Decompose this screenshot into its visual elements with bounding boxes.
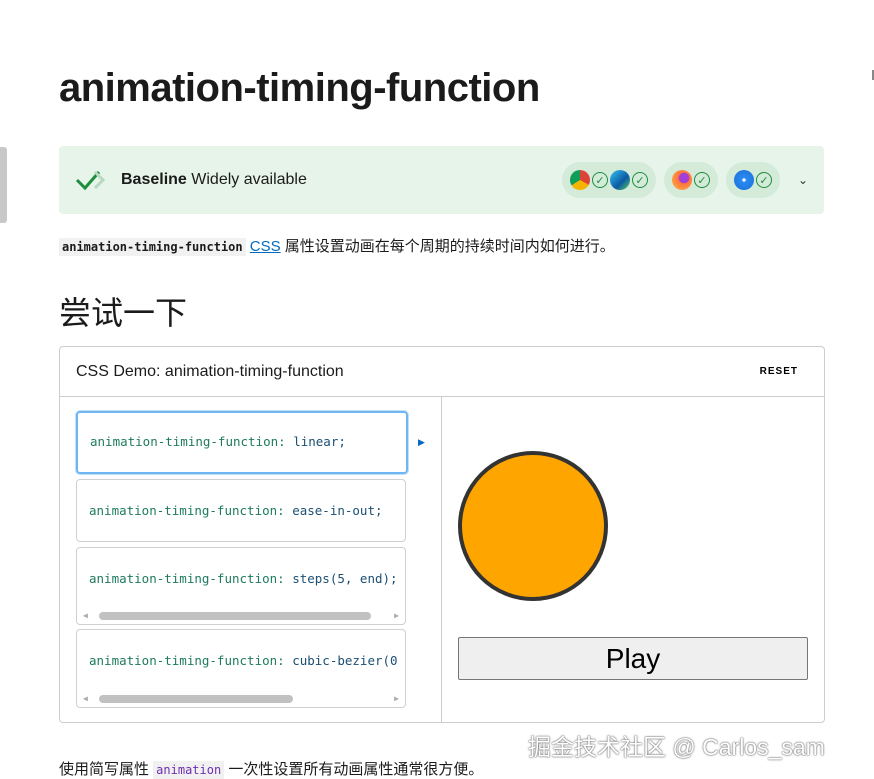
- option-prop: animation-timing-function:: [90, 434, 294, 449]
- footer-text: 使用简写属性 animation 一次性设置所有动画属性通常很方便。: [59, 758, 483, 779]
- option-linear[interactable]: animation-timing-function: linear;: [76, 411, 408, 474]
- animation-link[interactable]: animation: [153, 761, 225, 779]
- footer-pre: 使用简写属性: [59, 761, 154, 778]
- reset-button[interactable]: RESET: [750, 366, 808, 377]
- browser-group-safari[interactable]: ✓: [725, 162, 780, 198]
- check-icon: ✓: [755, 172, 772, 188]
- demo-title: CSS Demo: animation-timing-function: [76, 362, 344, 380]
- options-panel: animation-timing-function: linear; ▶ ani…: [60, 397, 442, 722]
- option-steps[interactable]: animation-timing-function: steps(5, end)…: [76, 547, 406, 625]
- edge-icon: [609, 170, 630, 190]
- inline-code: animation-timing-function: [59, 238, 246, 256]
- animated-circle: [458, 451, 608, 601]
- option-prop: animation-timing-function:: [89, 571, 293, 586]
- option-value: steps(5, end);: [292, 571, 398, 586]
- css-demo: CSS Demo: animation-timing-function RESE…: [59, 346, 825, 723]
- play-indicator-icon: ▶: [418, 437, 425, 447]
- intro-text: animation-timing-function CSS 属性设置动画在每个周…: [59, 235, 615, 256]
- intro-body: 属性设置动画在每个周期的持续时间内如何进行。: [280, 238, 615, 255]
- safari-icon: [733, 170, 754, 190]
- option-cubic-bezier[interactable]: animation-timing-function: cubic-bezier(…: [76, 629, 406, 708]
- try-heading: 尝试一下: [59, 295, 188, 331]
- footer-post: 一次性设置所有动画属性通常很方便。: [224, 761, 484, 778]
- horizontal-scrollbar[interactable]: ◀ ▶: [83, 611, 399, 621]
- option-value: ease-in-out;: [292, 503, 383, 518]
- option-value: cubic-bezier(0: [292, 653, 398, 668]
- option-ease-in-out[interactable]: animation-timing-function: ease-in-out;: [76, 479, 406, 542]
- baseline-status: Widely available: [191, 171, 307, 188]
- check-icon: ✓: [591, 172, 608, 188]
- baseline-label: Baseline: [121, 171, 187, 188]
- firefox-icon: [671, 170, 692, 190]
- option-prop: animation-timing-function:: [89, 503, 293, 518]
- browser-group-chromium[interactable]: ✓ ✓: [561, 162, 656, 198]
- page-title: animation-timing-function: [59, 66, 540, 110]
- option-prop: animation-timing-function:: [89, 653, 293, 668]
- check-icon: ✓: [631, 172, 648, 188]
- play-button[interactable]: Play: [458, 637, 808, 680]
- baseline-check-icon: [75, 170, 106, 191]
- watermark: 掘金技术社区 @ Carlos_sam: [528, 734, 825, 760]
- browser-group-firefox[interactable]: ✓: [663, 162, 718, 198]
- chrome-icon: [569, 170, 590, 190]
- chevron-down-icon[interactable]: ⌄: [798, 173, 808, 187]
- css-link[interactable]: CSS: [250, 238, 281, 255]
- option-value: linear;: [293, 434, 346, 449]
- check-icon: ✓: [693, 172, 710, 188]
- baseline-banner: Baseline Widely available ✓ ✓ ✓ ✓ ⌄: [59, 146, 824, 214]
- horizontal-scrollbar[interactable]: ◀ ▶: [83, 694, 399, 704]
- scrollbar[interactable]: [0, 147, 7, 223]
